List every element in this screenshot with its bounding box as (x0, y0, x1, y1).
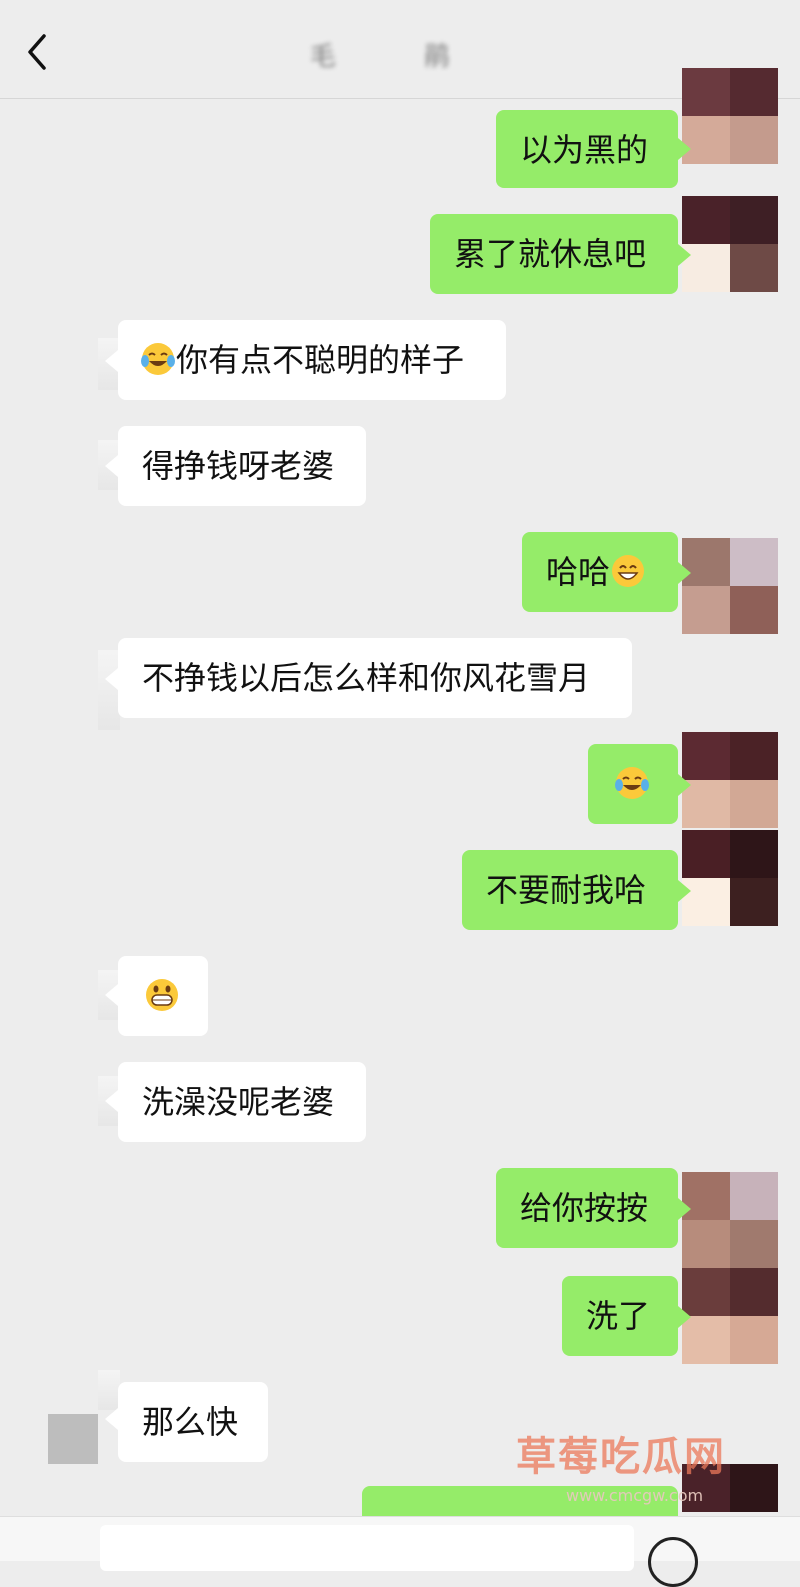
message-bubble-outgoing[interactable]: 给你按按 (496, 1168, 678, 1248)
self-avatar[interactable] (682, 1268, 778, 1364)
self-avatar[interactable] (682, 68, 778, 164)
self-avatar[interactable] (682, 196, 778, 292)
message-text: 你有点不聪明的样子 (176, 341, 465, 379)
message-text: 以为黑的 (520, 131, 649, 169)
message-input[interactable] (100, 1525, 634, 1571)
message-bubble-outgoing[interactable]: 哈哈 (522, 532, 678, 612)
face-with-tears-of-joy-icon (141, 343, 175, 375)
avatar-strip (98, 1370, 120, 1410)
message-text: 洗澡没呢老婆 (142, 1083, 335, 1121)
message-text: 洗了 (586, 1297, 651, 1335)
message-bubble-incoming[interactable]: 那么快 (118, 1382, 268, 1462)
contact-avatar[interactable] (48, 1414, 98, 1464)
contact-avatar[interactable] (98, 650, 120, 730)
message-bubble-outgoing[interactable]: 以为黑的 (496, 110, 678, 188)
message-bubble-incoming[interactable]: 洗澡没呢老婆 (118, 1062, 366, 1142)
message-text: 累了就休息吧 (454, 235, 647, 273)
face-with-tears-of-joy-icon (615, 767, 649, 799)
message-bubble-incoming[interactable]: 不挣钱以后怎么样和你风花雪月 (118, 638, 632, 718)
message-bubble-outgoing[interactable]: 不要耐我哈 (462, 850, 678, 930)
message-bubble-incoming[interactable]: 得挣钱呀老婆 (118, 426, 366, 506)
input-bar (0, 1516, 800, 1587)
emoji-button-icon[interactable] (648, 1537, 698, 1587)
message-bubble-outgoing[interactable] (588, 744, 678, 824)
grinning-face-with-smiling-eyes-icon (612, 555, 645, 587)
message-bubble-outgoing[interactable]: 洗了 (562, 1276, 678, 1356)
chat-title: 毛 鹃 (309, 42, 491, 72)
self-avatar[interactable] (682, 732, 778, 828)
message-bubble-outgoing[interactable]: 累了就休息吧 (430, 214, 678, 294)
message-text: 不挣钱以后怎么样和你风花雪月 (142, 659, 591, 697)
message-text: 哈哈 (546, 553, 611, 591)
message-bubble-incoming[interactable]: 你有点不聪明的样子 (118, 320, 506, 400)
watermark-logo: 草莓吃瓜网 (516, 1434, 726, 1480)
message-text: 得挣钱呀老婆 (142, 447, 335, 485)
self-avatar[interactable] (682, 830, 778, 926)
self-avatar[interactable] (682, 1172, 778, 1268)
message-bubble-incoming[interactable] (118, 956, 208, 1036)
message-text: 不要耐我哈 (486, 871, 647, 909)
grinning-face-icon (146, 979, 178, 1011)
watermark-url: www.cmcgw.com (566, 1486, 704, 1505)
chat-header: 毛 鹃 (0, 0, 800, 99)
self-avatar[interactable] (682, 538, 778, 634)
message-text: 给你按按 (520, 1189, 649, 1227)
message-text: 那么快 (142, 1403, 239, 1441)
